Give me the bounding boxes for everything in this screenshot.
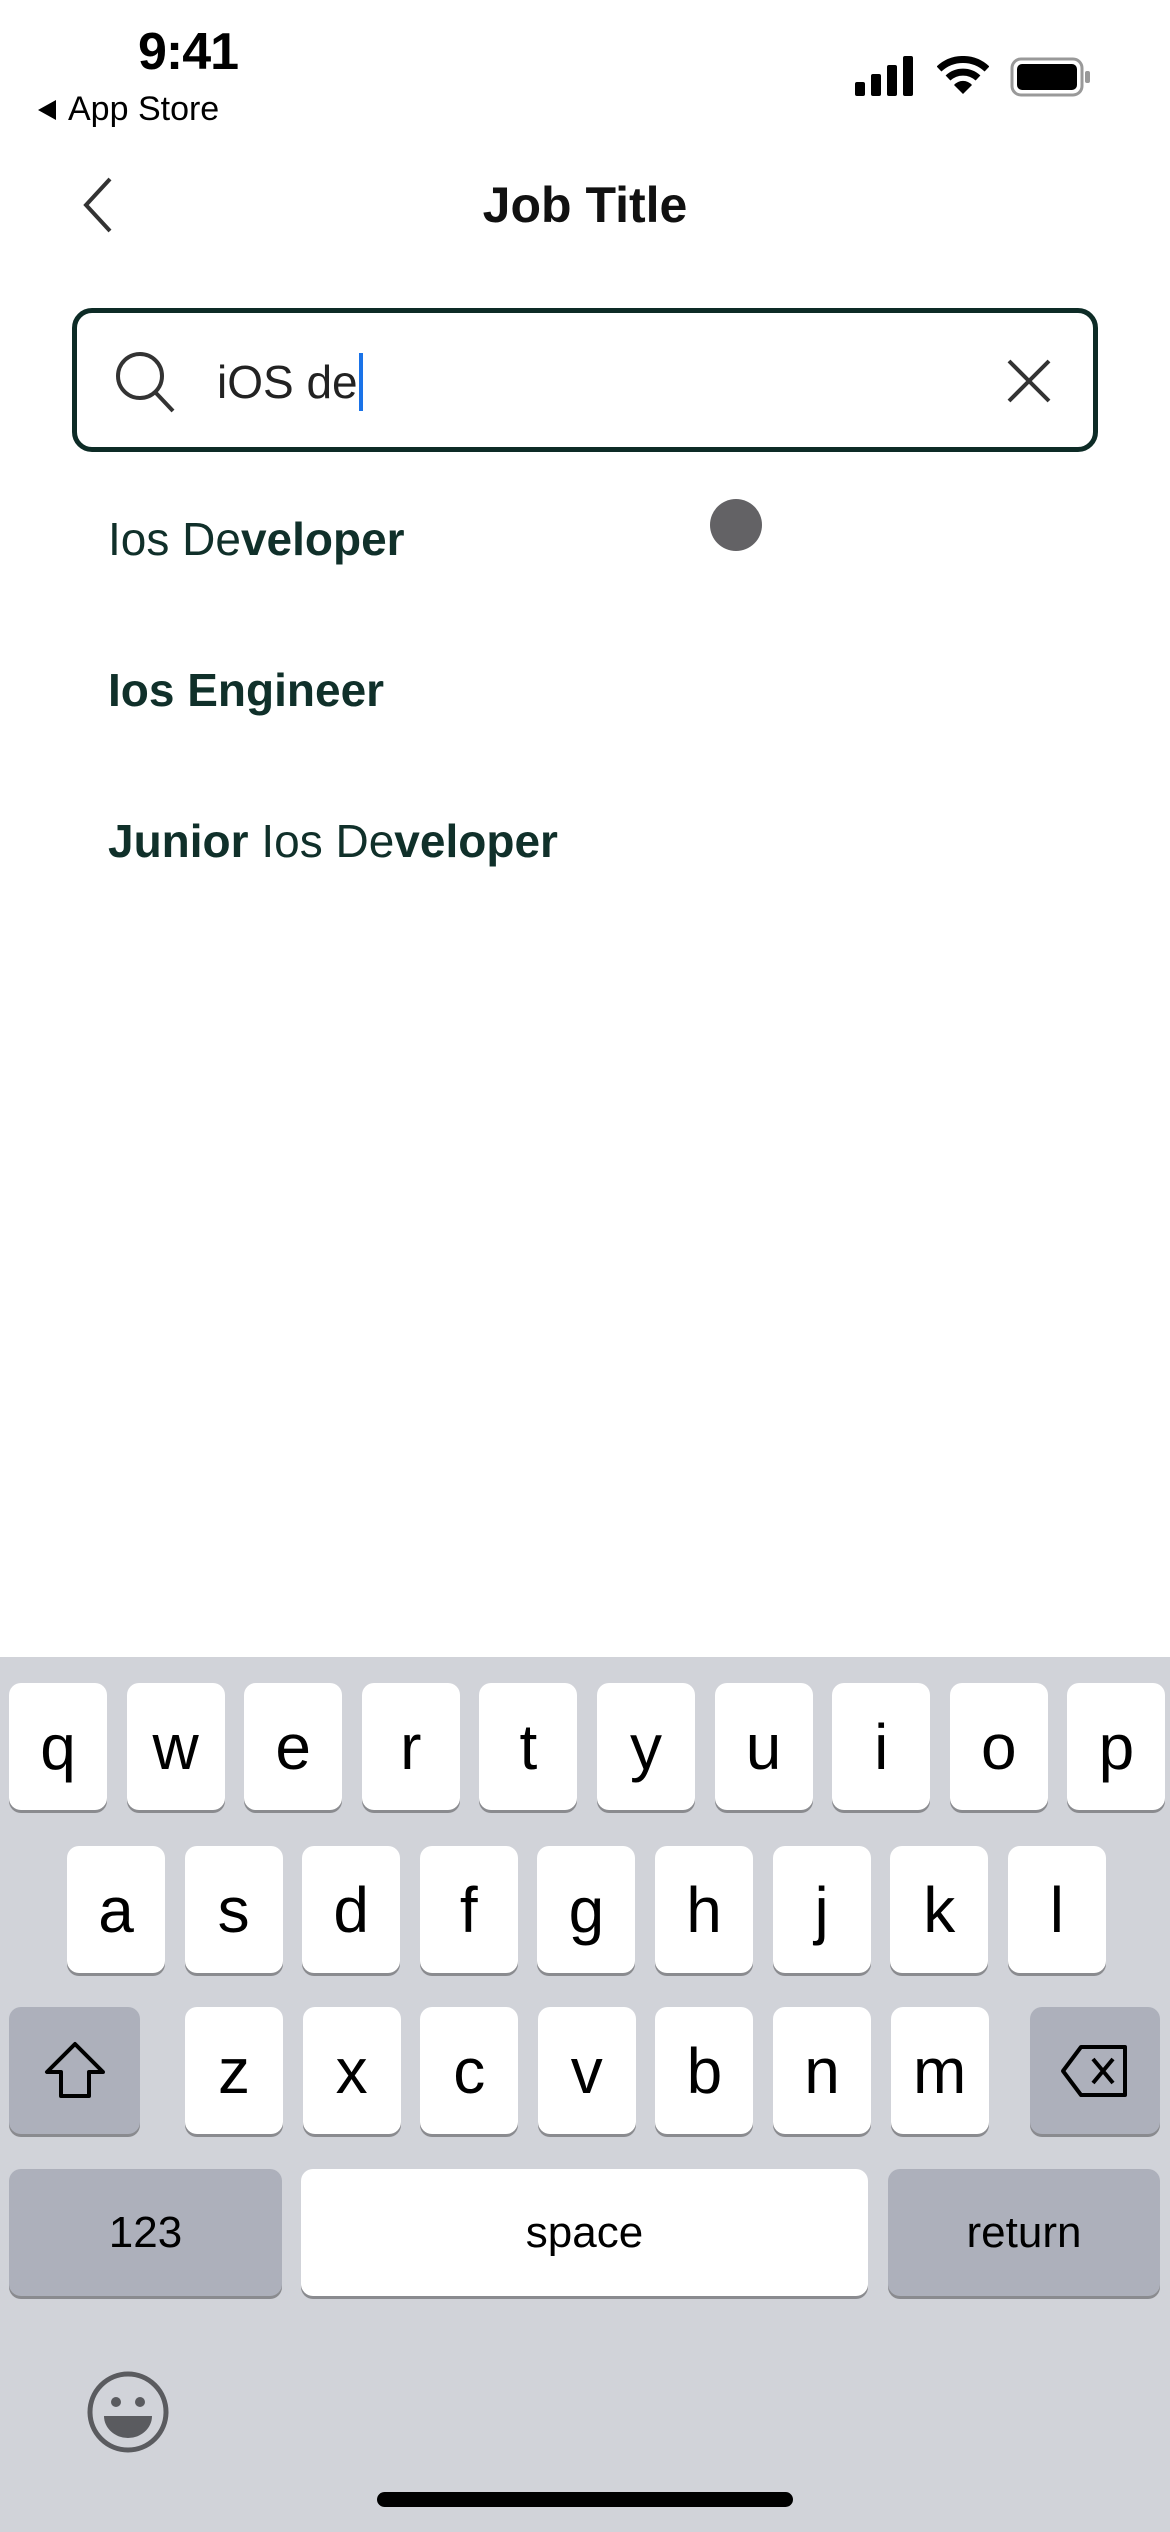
key-z[interactable]: z: [185, 2007, 283, 2134]
shift-icon: [44, 2041, 105, 2098]
page-title: Job Title: [482, 177, 688, 233]
key-h[interactable]: h: [655, 1846, 753, 1973]
text-caret: [358, 353, 363, 411]
numbers-key[interactable]: 123: [9, 2169, 282, 2296]
search-input[interactable]: iOS de: [72, 308, 1098, 452]
battery-icon: [1010, 57, 1090, 97]
shift-key[interactable]: [9, 2007, 140, 2134]
home-indicator[interactable]: [377, 2492, 793, 2507]
search-value: iOS de: [217, 356, 358, 408]
key-q[interactable]: q: [9, 1683, 107, 1810]
key-o[interactable]: o: [949, 1683, 1048, 1810]
back-to-app-store[interactable]: App Store: [36, 90, 219, 129]
key-p[interactable]: p: [1067, 1683, 1166, 1810]
key-j[interactable]: j: [772, 1846, 871, 1973]
status-time: 9:41: [138, 23, 239, 81]
key-r[interactable]: r: [361, 1683, 460, 1810]
close-icon[interactable]: [1007, 359, 1051, 403]
key-u[interactable]: u: [714, 1683, 813, 1810]
key-t[interactable]: t: [479, 1683, 578, 1810]
result-item[interactable]: Ios Engineer: [108, 663, 384, 717]
key-d[interactable]: d: [302, 1846, 401, 1973]
key-y[interactable]: y: [597, 1683, 695, 1810]
space-key[interactable]: space: [301, 2169, 868, 2296]
key-v[interactable]: v: [537, 2007, 636, 2134]
key-g[interactable]: g: [537, 1846, 636, 1973]
wifi-icon: [937, 56, 989, 94]
key-f[interactable]: f: [419, 1846, 518, 1973]
search-icon: [116, 352, 175, 413]
back-app-label: App Store: [68, 90, 220, 128]
result-item[interactable]: Ios Developer: [108, 512, 405, 566]
key-m[interactable]: m: [890, 2007, 989, 2134]
touch-indicator: [710, 499, 762, 551]
key-s[interactable]: s: [184, 1846, 283, 1973]
key-x[interactable]: x: [302, 2007, 401, 2134]
key-e[interactable]: e: [244, 1683, 343, 1810]
delete-icon: [1061, 2044, 1127, 2097]
delete-key[interactable]: [1030, 2007, 1160, 2134]
key-b[interactable]: b: [655, 2007, 754, 2134]
key-n[interactable]: n: [773, 2007, 871, 2134]
emoji-icon[interactable]: [86, 2370, 170, 2454]
key-l[interactable]: l: [1007, 1846, 1106, 1973]
result-item[interactable]: Junior Ios Developer: [108, 814, 558, 868]
key-a[interactable]: a: [67, 1846, 165, 1973]
back-triangle-icon: [38, 99, 56, 120]
key-i[interactable]: i: [832, 1683, 931, 1810]
key-w[interactable]: w: [126, 1683, 225, 1810]
key-c[interactable]: c: [420, 2007, 519, 2134]
signal-icon: [855, 56, 913, 96]
return-key[interactable]: return: [888, 2169, 1160, 2296]
key-k[interactable]: k: [890, 1846, 989, 1973]
